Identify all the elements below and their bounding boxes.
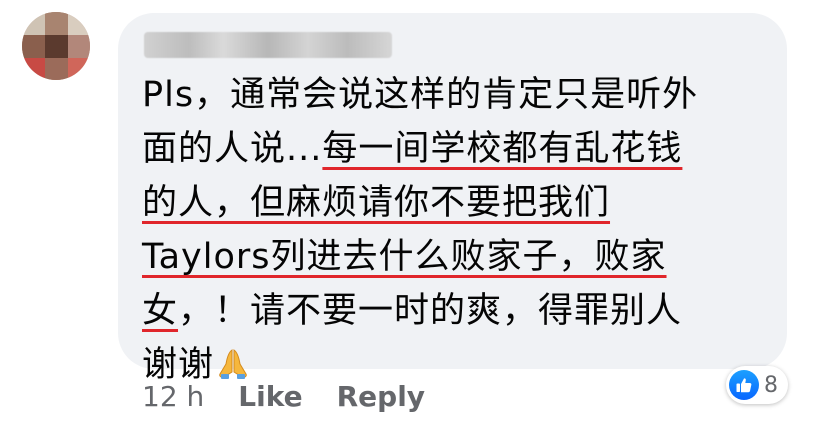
- folded-hands-icon: [219, 349, 247, 379]
- avatar-pixel: [22, 35, 45, 58]
- avatar-pixel: [45, 35, 68, 58]
- timestamp[interactable]: 12 h: [142, 380, 204, 413]
- comment-text-segment: Pls，通常会说这样的肯定只是听外: [142, 75, 699, 115]
- like-button[interactable]: Like: [238, 380, 302, 413]
- thumbs-up-icon: [729, 370, 759, 400]
- reaction-count: 8: [764, 372, 778, 398]
- comment-text-segment: 面的人说...: [142, 129, 323, 169]
- avatar-pixel: [22, 58, 45, 80]
- avatar-pixel: [68, 35, 90, 58]
- comment-text-segment: ，！请不要一时的爽，得罪别人: [178, 291, 683, 331]
- avatar-pixel: [22, 12, 45, 35]
- avatar[interactable]: [22, 12, 90, 80]
- avatar-pixel: [68, 58, 90, 80]
- underlined-text-segment: 每一间学校都有乱花钱: [322, 129, 683, 169]
- underlined-text-segment: 的人，但麻烦请你不要把我们: [142, 183, 611, 223]
- comment-actions: 12 h Like Reply: [142, 380, 425, 413]
- comment-line: 面的人说...每一间学校都有乱花钱: [142, 122, 772, 176]
- comment-line: Taylors列进去什么败家子，败家: [142, 230, 772, 284]
- avatar-pixel: [45, 12, 68, 35]
- comment-line: 女，！请不要一时的爽，得罪别人: [142, 284, 772, 338]
- reply-button[interactable]: Reply: [337, 380, 425, 413]
- comment-text: Pls，通常会说这样的肯定只是听外 面的人说...每一间学校都有乱花钱 的人，但…: [142, 68, 772, 392]
- underlined-text-segment: Taylors列进去什么败家子，败家: [142, 237, 667, 277]
- reaction-summary[interactable]: 8: [726, 366, 788, 404]
- comment-text-segment: 谢谢: [142, 345, 215, 385]
- avatar-pixel: [45, 58, 68, 80]
- underlined-text-segment: 女: [142, 291, 179, 331]
- author-name-redacted[interactable]: [144, 32, 392, 58]
- thumbs-up-glyph: [736, 378, 752, 393]
- avatar-pixel: [68, 12, 90, 35]
- comment-line: Pls，通常会说这样的肯定只是听外: [142, 68, 772, 122]
- comment-line: 的人，但麻烦请你不要把我们: [142, 176, 772, 230]
